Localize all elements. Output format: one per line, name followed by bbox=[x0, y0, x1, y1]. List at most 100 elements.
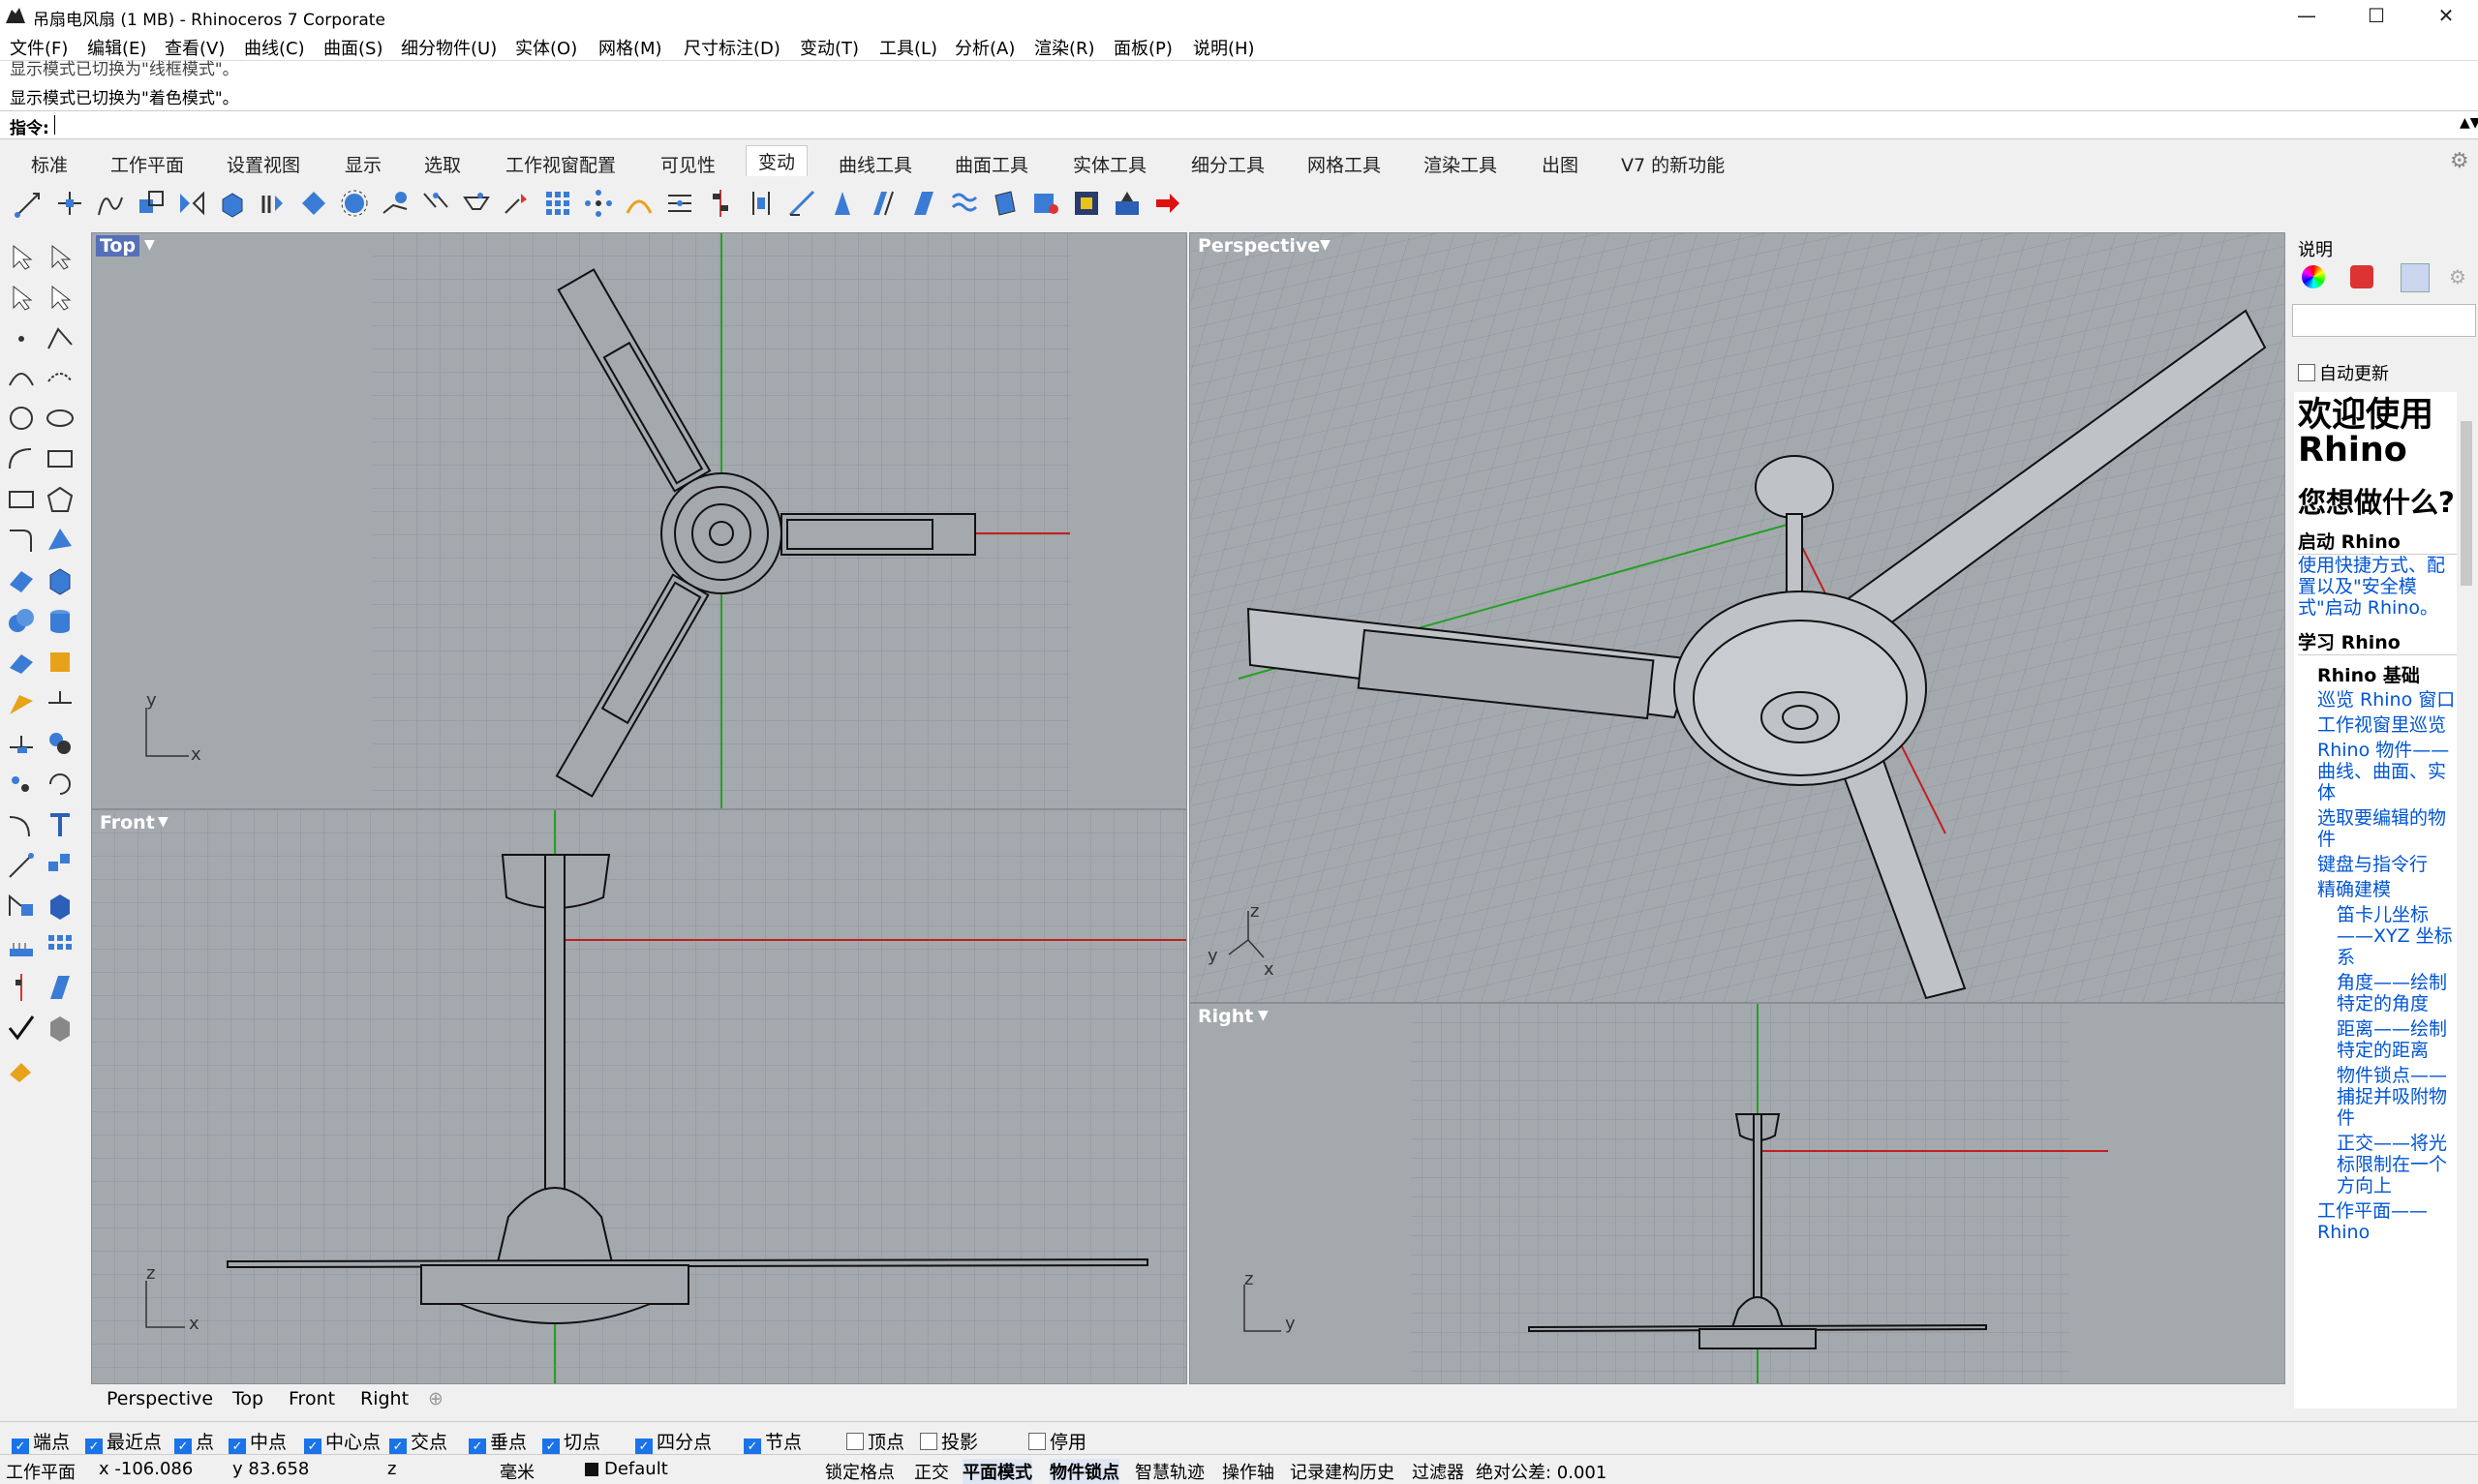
menu-transform[interactable]: 变动(T) bbox=[800, 35, 859, 60]
surface-corner-icon[interactable] bbox=[45, 525, 76, 556]
menu-surface[interactable]: 曲面(S) bbox=[323, 35, 382, 60]
boolean-union-icon[interactable] bbox=[6, 606, 37, 637]
vp-tab-front[interactable]: Front bbox=[289, 1388, 335, 1409]
pencil-icon[interactable] bbox=[6, 1053, 37, 1084]
sporph-icon[interactable] bbox=[990, 188, 1021, 219]
viewport-title-top[interactable]: Top bbox=[96, 235, 140, 257]
snapshot-icon[interactable] bbox=[1112, 188, 1143, 219]
ellipse-icon[interactable] bbox=[45, 403, 76, 434]
osnap-7[interactable]: ✓ 垂点 bbox=[469, 1428, 527, 1456]
osnap-2[interactable]: ✓ 最近点 bbox=[85, 1428, 162, 1456]
menu-dimension[interactable]: 尺寸标注(D) bbox=[684, 35, 780, 60]
status-units[interactable]: 毫米 bbox=[500, 1459, 535, 1484]
tab-mesh-tools[interactable]: 网格工具 bbox=[1307, 151, 1381, 177]
help-link[interactable]: 巡览 Rhino 窗口 bbox=[2317, 689, 2457, 711]
select-crossing-icon[interactable] bbox=[45, 283, 76, 314]
help-sublink[interactable]: 笛卡儿坐标——XYZ 坐标系 bbox=[2337, 904, 2457, 968]
help-link-cplane[interactable]: 工作平面——Rhino bbox=[2317, 1200, 2457, 1243]
menu-mesh[interactable]: 网格(M) bbox=[598, 35, 662, 60]
mesh-icon[interactable] bbox=[6, 647, 37, 678]
scroll-arrows-icon[interactable]: ▲▼ bbox=[2460, 115, 2478, 131]
tab-solid-tools[interactable]: 实体工具 bbox=[1073, 151, 1147, 177]
status-planar[interactable]: 平面模式 bbox=[963, 1459, 1032, 1484]
select-arrow-icon[interactable] bbox=[6, 242, 37, 273]
tab-new-in-v7[interactable]: V7 的新功能 bbox=[1621, 151, 1725, 177]
osnap-6[interactable]: ✓ 交点 bbox=[389, 1428, 447, 1456]
polar-array-icon[interactable] bbox=[583, 188, 614, 219]
layer-color-swatch[interactable] bbox=[585, 1463, 598, 1476]
vp-tab-right[interactable]: Right bbox=[360, 1388, 409, 1409]
rotate-icon[interactable] bbox=[95, 188, 126, 219]
box-edit-icon[interactable] bbox=[868, 188, 899, 219]
vp-tab-top[interactable]: Top bbox=[232, 1388, 263, 1409]
menu-curve[interactable]: 曲线(C) bbox=[244, 35, 305, 60]
tab-select[interactable]: 选取 bbox=[424, 151, 461, 177]
project-icon[interactable] bbox=[827, 188, 858, 219]
color-wheel-icon[interactable] bbox=[2302, 265, 2325, 288]
osnap-8[interactable]: ✓ 切点 bbox=[542, 1428, 600, 1456]
help-link-start[interactable]: 使用快捷方式、配置以及"安全模式"启动 Rhino。 bbox=[2298, 555, 2457, 619]
dimension-icon[interactable] bbox=[6, 891, 37, 922]
copy-icon[interactable] bbox=[54, 188, 85, 219]
menu-help[interactable]: 说明(H) bbox=[1193, 35, 1255, 60]
polyline-icon[interactable] bbox=[45, 323, 76, 354]
bend-icon[interactable] bbox=[380, 188, 411, 219]
extrude-icon[interactable] bbox=[6, 565, 37, 596]
array-surface-icon[interactable] bbox=[664, 188, 695, 219]
maximize-button[interactable]: ☐ bbox=[2341, 0, 2411, 31]
grid-array-icon[interactable] bbox=[542, 188, 573, 219]
status-grid-snap[interactable]: 锁定格点 bbox=[825, 1459, 895, 1484]
auto-update-checkbox[interactable]: 自动更新 bbox=[2298, 360, 2389, 385]
point-icon[interactable] bbox=[6, 323, 37, 354]
circle-icon[interactable] bbox=[6, 403, 37, 434]
status-gumball[interactable]: 操作轴 bbox=[1222, 1459, 1274, 1484]
splop-icon[interactable] bbox=[949, 188, 980, 219]
help-link[interactable]: Rhino 物件——曲线、曲面、实体 bbox=[2317, 740, 2457, 803]
viewport-right[interactable]: Right ▼ z y bbox=[1189, 1003, 2285, 1384]
viewport-title-right[interactable]: Right bbox=[1194, 1006, 1257, 1027]
tab-visibility[interactable]: 可见性 bbox=[660, 151, 716, 177]
osnap-13[interactable]: 停用 bbox=[1028, 1428, 1086, 1454]
viewport-front[interactable]: Front ▼ z x bbox=[91, 809, 1187, 1384]
analyze-icon[interactable] bbox=[6, 687, 37, 718]
status-osnap[interactable]: 物件锁点 bbox=[1050, 1459, 1119, 1484]
close-button[interactable]: ✕ bbox=[2411, 0, 2478, 31]
osnap-11[interactable]: 顶点 bbox=[846, 1428, 904, 1454]
status-history[interactable]: 记录建构历史 bbox=[1290, 1459, 1394, 1484]
tab-standard[interactable]: 标准 bbox=[31, 151, 68, 177]
menu-analyze[interactable]: 分析(A) bbox=[955, 35, 1015, 60]
tab-set-view[interactable]: 设置视图 bbox=[227, 151, 300, 177]
help-scrollbar[interactable] bbox=[2459, 392, 2474, 1408]
panel-search-input[interactable] bbox=[2292, 304, 2476, 337]
tab-cplanes[interactable]: 工作平面 bbox=[110, 151, 184, 177]
tab-surface-tools[interactable]: 曲面工具 bbox=[955, 151, 1028, 177]
cube-icon[interactable] bbox=[45, 891, 76, 922]
twist-icon[interactable] bbox=[298, 188, 329, 219]
tab-render-tools[interactable]: 渲染工具 bbox=[1423, 151, 1497, 177]
flow-icon[interactable] bbox=[339, 188, 370, 219]
osnap-5[interactable]: ✓ 中心点 bbox=[304, 1428, 381, 1456]
tab-display[interactable]: 显示 bbox=[345, 151, 382, 177]
move-left-icon[interactable] bbox=[6, 850, 37, 881]
layers-icon[interactable] bbox=[2350, 265, 2373, 288]
taper-icon[interactable] bbox=[420, 188, 451, 219]
smooth-icon[interactable] bbox=[502, 188, 533, 219]
chevron-down-icon[interactable]: ▼ bbox=[1320, 237, 1331, 253]
interp-curve-icon[interactable] bbox=[45, 362, 76, 393]
array-curve-icon[interactable] bbox=[624, 188, 655, 219]
minimize-button[interactable]: — bbox=[2272, 0, 2341, 31]
puzzle-icon[interactable] bbox=[45, 647, 76, 678]
film-icon[interactable] bbox=[1071, 188, 1102, 219]
text-icon[interactable] bbox=[45, 809, 76, 840]
split-icon[interactable] bbox=[6, 728, 37, 759]
render-icon[interactable] bbox=[45, 1013, 76, 1044]
status-cplane[interactable]: 工作平面 bbox=[6, 1459, 76, 1484]
help-sublink[interactable]: 正交——将光标限制在一个方向上 bbox=[2337, 1133, 2457, 1196]
status-smarttrack[interactable]: 智慧轨迹 bbox=[1135, 1459, 1205, 1484]
cage-left-icon[interactable] bbox=[45, 972, 76, 1003]
distribute-icon[interactable] bbox=[746, 188, 777, 219]
help-link[interactable]: 工作视窗里巡览 bbox=[2317, 714, 2457, 736]
material-icon[interactable] bbox=[45, 728, 76, 759]
help-scroll-thumb[interactable] bbox=[2461, 421, 2472, 586]
menu-tools[interactable]: 工具(L) bbox=[879, 35, 937, 60]
